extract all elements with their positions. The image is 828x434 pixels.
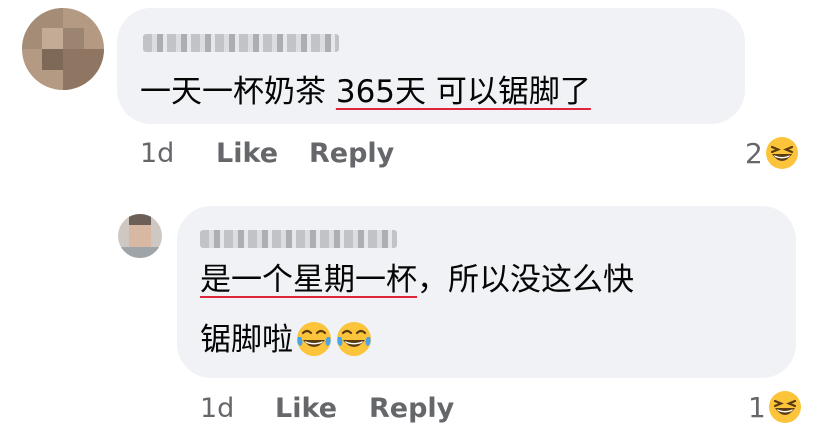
reaction-count: 2	[745, 136, 763, 170]
reply-bubble: 是一个星期一杯，所以没这么快 锯脚啦	[177, 206, 796, 378]
like-button[interactable]: Like	[275, 393, 337, 424]
replier-avatar[interactable]	[118, 214, 162, 258]
commenter-avatar[interactable]	[22, 8, 104, 90]
reply-button[interactable]: Reply	[369, 393, 454, 424]
like-button[interactable]: Like	[216, 138, 278, 169]
reply-time[interactable]: 1d	[200, 393, 234, 424]
reaction-count: 1	[748, 390, 766, 424]
commenter-name-redacted[interactable]	[143, 34, 339, 52]
tears-of-joy-emoji-icon	[297, 322, 331, 356]
comment-text: 一天一杯奶茶 365天 可以锯脚了	[140, 74, 591, 110]
reaction-summary[interactable]: 1	[748, 390, 802, 424]
tears-of-joy-emoji-icon	[337, 322, 371, 356]
laughing-squint-emoji-icon	[765, 137, 798, 169]
reply-button[interactable]: Reply	[309, 138, 394, 169]
reply-text-underlined: 是一个星期一杯	[200, 262, 417, 298]
reply-text-line1: 是一个星期一杯，所以没这么快	[200, 262, 634, 298]
reply-text-line2: 锯脚啦	[200, 316, 373, 364]
laughing-squint-emoji-icon	[768, 391, 801, 423]
replier-name-redacted[interactable]	[200, 230, 397, 248]
reaction-summary[interactable]: 2	[745, 136, 799, 170]
comment-text-underlined: 365天 可以锯脚了	[335, 74, 591, 110]
comment-time[interactable]: 1d	[140, 138, 174, 169]
comment-bubble: 一天一杯奶茶 365天 可以锯脚了	[117, 8, 745, 124]
